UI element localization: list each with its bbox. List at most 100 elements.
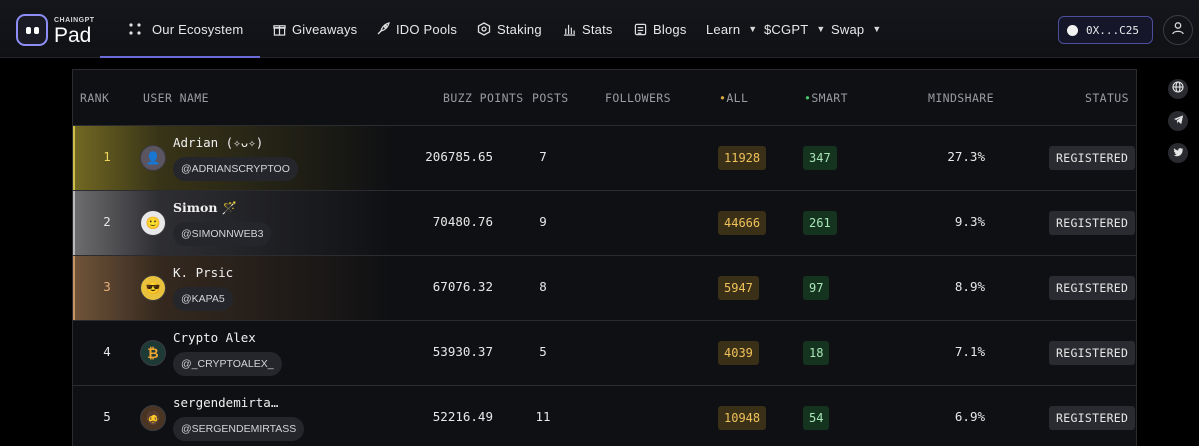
status-badge: REGISTERED	[1049, 341, 1136, 365]
header-posts[interactable]: POSTS	[532, 91, 569, 105]
nav-cgpt-dropdown[interactable]: $CGPT ▼	[764, 0, 825, 58]
top-nav: CHAINGPT Pad Our Ecosystem Giveaways IDO…	[0, 0, 1199, 58]
nav-label: Staking	[497, 21, 542, 37]
smart-points-badge: 97	[803, 276, 830, 300]
user-profile-button[interactable]	[1163, 15, 1193, 45]
chevron-down-icon: ▼	[748, 24, 758, 34]
nav-label: Our Ecosystem	[152, 21, 244, 37]
posts-cell: 5	[539, 344, 547, 359]
avatar[interactable]: ₿	[140, 340, 166, 366]
avatar[interactable]: 🧔	[140, 405, 166, 431]
all-points-badge: 4039	[718, 341, 759, 365]
table-row[interactable]: 3 😎 K. Prsic @KAPA5 67076.32 8 5947 97 8…	[73, 256, 1136, 321]
nav-ido-pools[interactable]: IDO Pools	[376, 0, 457, 58]
nav-swap-dropdown[interactable]: Swap ▼	[831, 0, 881, 58]
posts-cell: 7	[539, 149, 547, 164]
nav-staking[interactable]: Staking	[477, 0, 542, 58]
nav-blogs[interactable]: Blogs	[633, 0, 687, 58]
header-followers[interactable]: FOLLOWERS	[605, 91, 671, 105]
posts-cell: 9	[539, 214, 547, 229]
website-link[interactable]	[1168, 79, 1188, 99]
table-row[interactable]: 2 🙂 Simon 🪄 @SIMONNWEB3 70480.76 9 44666…	[73, 191, 1136, 256]
mindshare-cell: 7.1%	[954, 344, 985, 359]
table-row[interactable]: 1 👤 Adrian (✧ᴗ✧) @ADRIANSCRYPTOO 206785.…	[73, 126, 1136, 191]
grid-dots-icon	[128, 22, 142, 36]
rank-cell: 1	[103, 149, 111, 164]
telegram-link[interactable]	[1168, 111, 1188, 131]
rank-cell: 4	[103, 344, 111, 359]
chaingpt-pad-logo[interactable]: CHAINGPT Pad	[16, 14, 96, 48]
logo-mark-icon	[16, 14, 48, 46]
smart-points-badge: 18	[803, 341, 830, 365]
user-handle-badge[interactable]: @_CRYPTOALEX_	[173, 352, 282, 376]
rocket-icon	[376, 22, 390, 36]
user-display-name[interactable]: Simon 🪄	[173, 200, 237, 216]
hexagon-icon	[477, 22, 491, 36]
buzz-points-cell: 67076.32	[432, 279, 493, 294]
status-badge: REGISTERED	[1049, 211, 1136, 235]
document-icon	[633, 22, 647, 36]
active-nav-underline	[100, 56, 260, 58]
logo-subtitle: CHAINGPT	[54, 17, 95, 24]
wallet-avatar-icon	[1067, 24, 1078, 36]
wallet-address-button[interactable]: 0X...C25	[1058, 16, 1153, 44]
nav-giveaways[interactable]: Giveaways	[272, 0, 357, 58]
user-display-name[interactable]: Adrian (✧ᴗ✧)	[173, 135, 263, 150]
mindshare-cell: 8.9%	[954, 279, 985, 294]
nav-label: $CGPT	[764, 21, 809, 37]
nav-label: Learn	[706, 21, 741, 37]
all-points-badge: 44666	[718, 211, 767, 235]
avatar[interactable]: 👤	[140, 145, 166, 171]
user-handle-badge[interactable]: @SIMONNWEB3	[173, 222, 272, 246]
user-display-name[interactable]: sergendemirta…	[173, 395, 278, 410]
header-all[interactable]: •ALL	[719, 91, 748, 105]
status-badge: REGISTERED	[1049, 146, 1136, 170]
user-handle-badge[interactable]: @ADRIANSCRYPTOO	[173, 157, 298, 181]
chevron-down-icon: ▼	[872, 24, 882, 34]
nav-label: IDO Pools	[396, 21, 458, 37]
nav-label: Stats	[582, 21, 613, 37]
user-display-name[interactable]: K. Prsic	[173, 265, 233, 280]
avatar[interactable]: 😎	[140, 275, 166, 301]
chevron-down-icon: ▼	[816, 24, 826, 34]
smart-points-badge: 347	[803, 146, 837, 170]
nav-our-ecosystem[interactable]: Our Ecosystem	[128, 0, 243, 58]
twitter-link[interactable]	[1168, 143, 1188, 163]
nav-stats[interactable]: Stats	[562, 0, 613, 58]
avatar[interactable]: 🙂	[140, 210, 166, 236]
header-status[interactable]: STATUS	[1085, 91, 1129, 105]
nav-label: Giveaways	[292, 21, 358, 37]
bar-chart-icon	[562, 22, 576, 36]
nav-learn-dropdown[interactable]: Learn ▼	[706, 0, 757, 58]
nav-label: Blogs	[653, 21, 687, 37]
rank-cell: 5	[103, 409, 111, 424]
rank-cell: 3	[103, 279, 111, 294]
user-handle-badge[interactable]: @SERGENDEMIRTASS	[173, 417, 305, 441]
buzz-points-cell: 52216.49	[432, 409, 493, 424]
smart-points-badge: 54	[803, 406, 830, 430]
user-icon	[1171, 21, 1185, 40]
table-header: RANK USER NAME BUZZ POINTS POSTS FOLLOWE…	[73, 70, 1136, 126]
buzz-points-cell: 70480.76	[432, 214, 493, 229]
buzz-points-cell: 53930.37	[432, 344, 493, 359]
header-user-name[interactable]: USER NAME	[143, 91, 209, 105]
telegram-icon	[1173, 112, 1184, 130]
header-smart[interactable]: •SMART	[804, 91, 848, 105]
status-badge: REGISTERED	[1049, 406, 1136, 430]
table-row[interactable]: 4 ₿ Crypto Alex @_CRYPTOALEX_ 53930.37 5…	[73, 321, 1136, 386]
status-badge: REGISTERED	[1049, 276, 1136, 300]
header-rank[interactable]: RANK	[80, 91, 109, 105]
header-buzz-points[interactable]: BUZZ POINTS	[443, 91, 524, 105]
leaderboard-table: RANK USER NAME BUZZ POINTS POSTS FOLLOWE…	[72, 69, 1137, 446]
twitter-icon	[1173, 144, 1184, 162]
all-points-badge: 5947	[718, 276, 759, 300]
nav-label: Swap	[831, 21, 865, 37]
all-points-badge: 11928	[718, 146, 767, 170]
smart-points-badge: 261	[803, 211, 837, 235]
table-row[interactable]: 5 🧔 sergendemirta… @SERGENDEMIRTASS 5221…	[73, 386, 1136, 446]
user-display-name[interactable]: Crypto Alex	[173, 330, 256, 345]
wallet-address: 0X...C25	[1086, 23, 1139, 37]
header-mindshare[interactable]: MINDSHARE	[928, 91, 994, 105]
all-points-badge: 10948	[718, 406, 767, 430]
user-handle-badge[interactable]: @KAPA5	[173, 287, 233, 311]
